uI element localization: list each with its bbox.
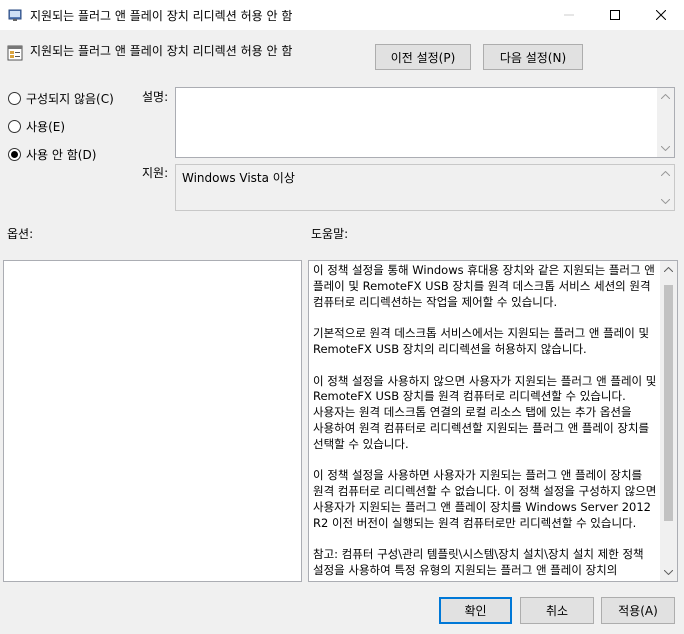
scroll-down-icon[interactable] (657, 140, 674, 157)
minimize-icon (564, 14, 574, 16)
policy-icon (8, 7, 24, 26)
comment-scrollbar[interactable] (657, 88, 674, 157)
minimize-button[interactable] (546, 0, 592, 30)
scroll-up-icon[interactable] (657, 165, 674, 182)
comment-textarea[interactable] (175, 87, 675, 158)
previous-setting-button[interactable]: 이전 설정(P) (375, 44, 471, 70)
radio-indicator (8, 119, 21, 133)
options-pane (3, 260, 302, 582)
scroll-down-icon[interactable] (660, 564, 677, 581)
scroll-down-icon[interactable] (657, 193, 674, 210)
window-title: 지원되는 플러그 앤 플레이 장치 리디렉션 허용 안 함 (30, 9, 293, 23)
maximize-icon (610, 10, 620, 20)
title-bar: 지원되는 플러그 앤 플레이 장치 리디렉션 허용 안 함 (0, 0, 684, 30)
cancel-button[interactable]: 취소 (520, 597, 594, 624)
radio-label: 사용 안 함(D) (26, 147, 97, 162)
help-text: 이 정책 설정을 통해 Windows 휴대용 장치와 같은 지원되는 플러그 … (311, 262, 659, 580)
radio-disabled[interactable]: 사용 안 함(D) (8, 145, 96, 163)
apply-button[interactable]: 적용(A) (601, 597, 675, 624)
close-button[interactable] (638, 0, 684, 30)
radio-label: 구성되지 않음(C) (26, 91, 114, 106)
radio-not-configured[interactable]: 구성되지 않음(C) (8, 89, 114, 107)
radio-indicator (8, 147, 21, 161)
supported-on-field: Windows Vista 이상 (175, 164, 675, 211)
help-paragraph: 기본적으로 원격 데스크톱 서비스에서는 지원되는 플러그 앤 플레이 및 Re… (313, 326, 650, 356)
radio-enabled[interactable]: 사용(E) (8, 117, 65, 135)
scroll-up-icon[interactable] (657, 88, 674, 105)
radio-indicator (8, 91, 21, 105)
help-paragraph: 이 정책 설정을 사용하지 않으면 사용자가 지원되는 플러그 앤 플레이 및 … (313, 373, 657, 451)
help-section-label: 도움말: (311, 227, 349, 241)
help-paragraph: 이 정책 설정을 사용하면 사용자가 지원되는 플러그 앤 플레이 장치를 원격… (313, 468, 657, 530)
radio-label: 사용(E) (26, 119, 66, 134)
close-icon (656, 10, 666, 20)
next-setting-button[interactable]: 다음 설정(N) (483, 44, 583, 70)
scrollbar-thumb[interactable] (664, 285, 673, 521)
scroll-up-icon[interactable] (660, 261, 677, 278)
help-scrollbar[interactable] (660, 261, 677, 581)
supported-scrollbar[interactable] (657, 165, 674, 210)
setting-icon (7, 45, 23, 64)
supported-value: Windows Vista 이상 (182, 171, 295, 185)
setting-title: 지원되는 플러그 앤 플레이 장치 리디렉션 허용 안 함 (30, 44, 293, 58)
help-paragraph: 참고: 컴퓨터 구성\관리 템플릿\시스템\장치 설치\장치 설치 제한 정책 … (313, 547, 644, 580)
comment-label: 설명: (142, 90, 169, 104)
maximize-button[interactable] (592, 0, 638, 30)
options-section-label: 옵션: (7, 227, 34, 241)
help-paragraph: 이 정책 설정을 통해 Windows 휴대용 장치와 같은 지원되는 플러그 … (313, 263, 655, 309)
supported-label: 지원: (142, 166, 169, 180)
ok-button[interactable]: 확인 (439, 597, 512, 624)
